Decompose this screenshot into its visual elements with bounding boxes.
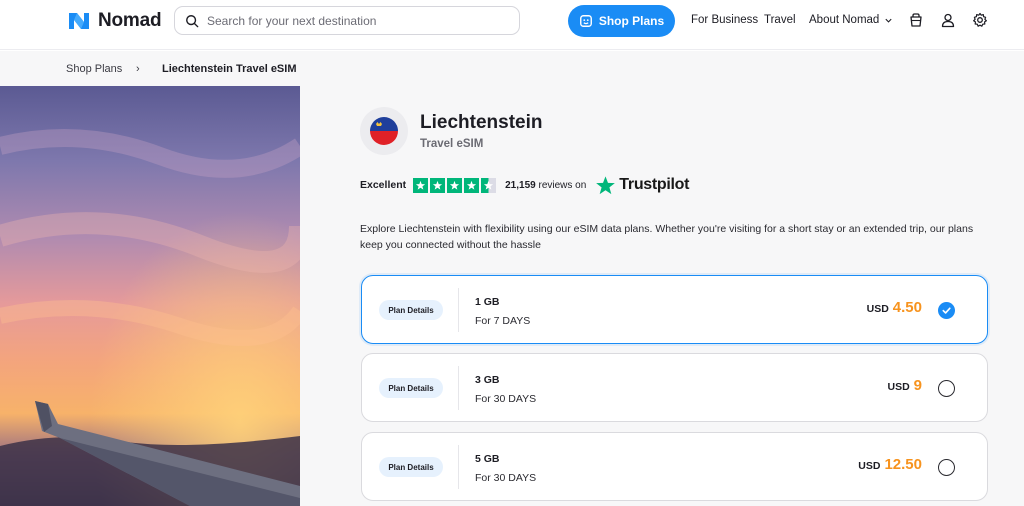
user-icon[interactable] — [940, 12, 956, 28]
star-icon — [430, 177, 446, 193]
plan-price-amount: 4.50 — [892, 299, 922, 316]
breadcrumb: Shop Plans › Liechtenstein Travel eSIM — [0, 51, 1024, 86]
trustpilot-rating[interactable]: Excellent 21,159 reviews on Trustpilot — [360, 175, 689, 196]
review-count-number: 21,159 — [505, 179, 536, 191]
top-header: Nomad Shop Plans For Business Travel Abo… — [0, 0, 1024, 50]
logo-text: Nomad — [98, 10, 162, 31]
star-icon — [464, 177, 480, 193]
plan-data-amount: 3 GB — [475, 374, 500, 386]
plan-option-5gb[interactable]: Plan Details 5 GB For 30 DAYS USD 12.50 — [361, 432, 988, 501]
plan-price: USD 12.50 — [858, 456, 922, 473]
plan-radio[interactable] — [938, 459, 955, 476]
breadcrumb-current: Liechtenstein Travel eSIM — [162, 63, 297, 75]
nav-about-nomad[interactable]: About Nomad — [809, 14, 893, 26]
liechtenstein-flag-icon — [370, 117, 398, 145]
plan-details-button[interactable]: Plan Details — [379, 378, 443, 398]
half-star-icon — [481, 177, 497, 193]
nav-travel[interactable]: Travel — [764, 14, 796, 26]
plan-currency: USD — [858, 460, 881, 472]
gear-icon[interactable] — [972, 12, 988, 28]
plan-duration: For 30 DAYS — [475, 472, 537, 484]
trustpilot-text: Trustpilot — [619, 176, 690, 193]
hero-image — [0, 86, 300, 506]
breadcrumb-shop-plans[interactable]: Shop Plans — [66, 63, 122, 75]
plan-currency: USD — [866, 303, 889, 315]
plan-option-1gb[interactable]: Plan Details 1 GB For 7 DAYS USD 4.50 — [361, 275, 988, 344]
review-count: 21,159 reviews on — [505, 180, 586, 191]
shop-plans-button[interactable]: Shop Plans — [568, 5, 675, 37]
search-input[interactable] — [207, 13, 497, 28]
plan-price: USD 4.50 — [867, 299, 922, 316]
destination-description: Explore Liechtenstein with flexibility u… — [360, 223, 974, 251]
search-bar[interactable] — [174, 6, 520, 35]
plan-price-amount: 12.50 — [884, 456, 922, 473]
plan-price: USD 9 — [887, 377, 922, 394]
nav-about-label: About Nomad — [809, 14, 880, 26]
plan-duration: For 7 DAYS — [475, 315, 531, 327]
chevron-down-icon — [885, 18, 892, 23]
sim-card-icon — [579, 15, 592, 27]
nav-for-business[interactable]: For Business — [691, 14, 758, 26]
plan-divider — [458, 366, 459, 410]
plan-divider — [458, 288, 459, 332]
plan-data-amount: 1 GB — [475, 296, 500, 308]
plan-data-amount: 5 GB — [475, 453, 500, 465]
trustpilot-logo: Trustpilot — [595, 175, 689, 196]
search-icon — [186, 14, 199, 27]
review-suffix: reviews on — [538, 179, 587, 191]
plan-divider — [458, 445, 459, 489]
nomad-logo-icon — [69, 13, 89, 29]
trustpilot-star-icon — [596, 175, 616, 194]
country-subtitle: Travel eSIM — [420, 138, 484, 150]
rating-label: Excellent — [360, 179, 407, 191]
star-icon — [413, 177, 429, 193]
nomad-logo[interactable]: Nomad — [66, 9, 162, 33]
cart-icon[interactable] — [908, 12, 924, 28]
star-icon — [447, 177, 463, 193]
plan-radio[interactable] — [938, 380, 955, 397]
plan-currency: USD — [887, 381, 910, 393]
plan-details-button[interactable]: Plan Details — [379, 300, 443, 320]
breadcrumb-separator: › — [136, 63, 140, 75]
rating-stars — [413, 177, 497, 193]
check-icon — [942, 307, 951, 314]
plan-radio-checked[interactable] — [938, 302, 955, 319]
plan-duration: For 30 DAYS — [475, 393, 537, 405]
plan-details-button[interactable]: Plan Details — [379, 457, 443, 477]
shop-plans-label: Shop Plans — [598, 14, 665, 28]
country-flag — [360, 107, 408, 155]
plan-price-amount: 9 — [913, 377, 922, 394]
plan-option-3gb[interactable]: Plan Details 3 GB For 30 DAYS USD 9 — [361, 353, 988, 422]
country-title: Liechtenstein — [420, 112, 543, 133]
